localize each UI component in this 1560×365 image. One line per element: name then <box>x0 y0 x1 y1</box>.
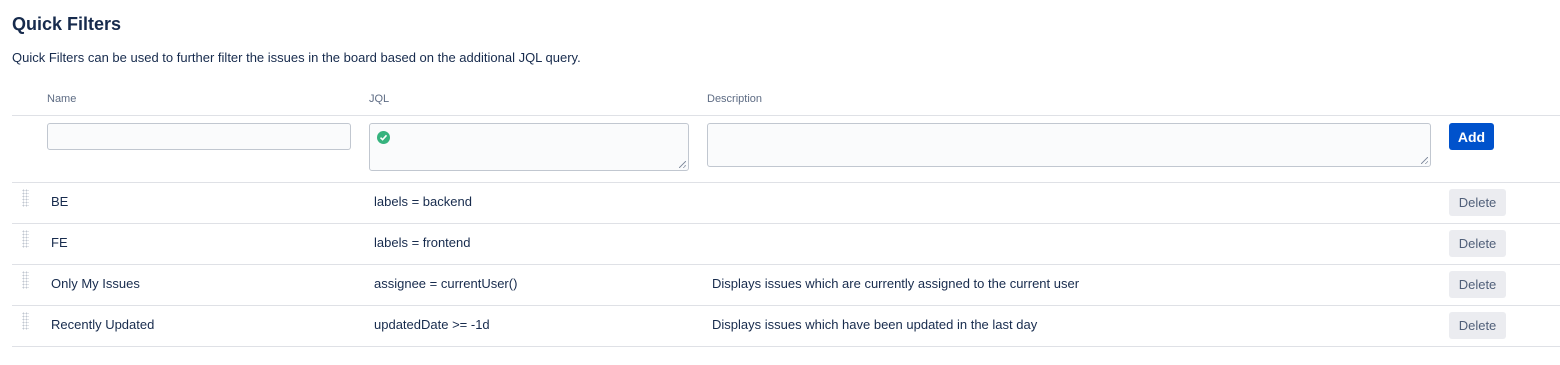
drag-handle-icon[interactable] <box>22 230 29 248</box>
drag-handle-icon[interactable] <box>22 312 29 330</box>
filter-jql: assignee = currentUser() <box>374 276 518 291</box>
table-row: Only My Issues assignee = currentUser() … <box>12 265 1560 305</box>
filter-jql: labels = frontend <box>374 235 471 250</box>
new-filter-jql-input[interactable] <box>369 123 689 171</box>
resize-handle-icon[interactable] <box>679 161 686 168</box>
new-filter-name-input[interactable] <box>47 123 351 150</box>
filter-jql: updatedDate >= -1d <box>374 317 490 332</box>
delete-button[interactable]: Delete <box>1449 230 1506 257</box>
filter-description: Displays issues which are currently assi… <box>712 276 1080 291</box>
delete-button[interactable]: Delete <box>1449 312 1506 339</box>
filter-name: Only My Issues <box>51 276 140 291</box>
column-header-jql: JQL <box>369 93 390 105</box>
delete-button[interactable]: Delete <box>1449 189 1506 216</box>
table-row: BE labels = backend Delete <box>12 183 1560 223</box>
filter-description: Displays issues which have been updated … <box>712 317 1038 332</box>
page-title: Quick Filters <box>12 14 122 34</box>
page-description: Quick Filters can be used to further fil… <box>12 50 581 65</box>
table-row: Recently Updated updatedDate >= -1d Disp… <box>12 306 1560 346</box>
add-button[interactable]: Add <box>1449 123 1494 150</box>
header-divider <box>12 115 1560 116</box>
column-header-description: Description <box>707 93 763 105</box>
filter-name: Recently Updated <box>51 317 155 332</box>
filter-name: FE <box>51 235 68 250</box>
delete-button[interactable]: Delete <box>1449 271 1506 298</box>
resize-handle-icon[interactable] <box>1421 157 1428 164</box>
column-header-name: Name <box>47 93 77 105</box>
drag-handle-icon[interactable] <box>22 271 29 289</box>
table-row: FE labels = frontend Delete <box>12 224 1560 264</box>
drag-handle-icon[interactable] <box>22 189 29 207</box>
new-filter-description-input[interactable] <box>707 123 1431 167</box>
filter-name: BE <box>51 194 69 209</box>
filter-jql: labels = backend <box>374 194 472 209</box>
row-divider <box>12 346 1560 347</box>
check-circle-icon <box>377 131 390 144</box>
